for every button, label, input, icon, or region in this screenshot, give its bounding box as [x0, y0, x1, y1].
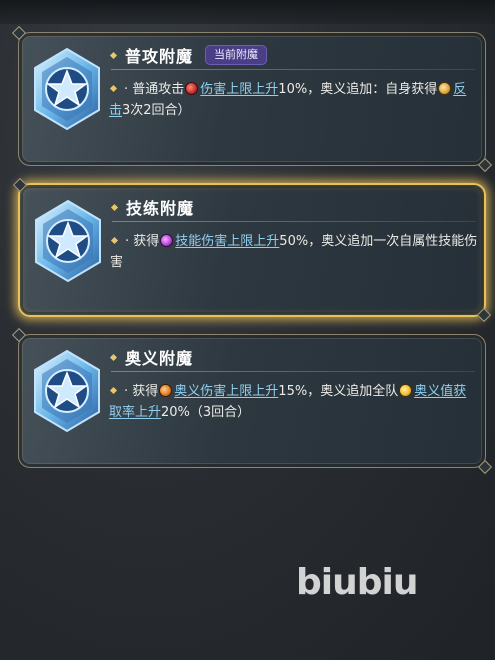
header-divider	[112, 221, 476, 222]
card-title-row: 普攻附魔 当前附魔	[109, 43, 268, 67]
desc-bullet-icon	[110, 236, 119, 245]
desc-text: 普通攻击	[132, 82, 185, 97]
card-title: 奥义附魔	[125, 349, 194, 368]
desc-text: 20%（3回合）	[161, 405, 251, 420]
card-title: 普攻附魔	[125, 47, 194, 66]
enchant-card-ultimate[interactable]: 奥义附魔 · 获得 奥义伤害上限上升15%，奥义追加全队 奥义值获取率上升20%（3…	[18, 334, 486, 468]
watermark-logo: biubiu	[296, 562, 418, 603]
edge-glyph	[0, 50, 10, 86]
top-strip	[0, 0, 495, 24]
current-enchant-badge: 当前附魔	[205, 45, 268, 65]
card-description: · 普通攻击 伤害上限上升10%，奥义追加：自身获得 反击3次2回合）	[109, 82, 467, 118]
desc-bullet-icon	[109, 386, 118, 395]
header-divider	[111, 371, 475, 372]
keyword-link-skill-damage-cap[interactable]: 技能伤害上限上升	[175, 234, 279, 249]
skill-damage-icon	[160, 234, 174, 247]
card-title: 技练附魔	[126, 199, 195, 218]
keyword-link-damage-cap[interactable]: 伤害上限上升	[200, 82, 278, 97]
enchant-card-skill[interactable]: 技练附魔 · 获得 技能伤害上限上升50%，奥义追加一次自属性技能伤害	[18, 183, 486, 317]
desc-bullet-icon	[109, 84, 118, 93]
damage-cap-icon	[185, 82, 199, 95]
star-crystal-icon	[34, 47, 100, 131]
keyword-link-ultimate-damage-cap[interactable]: 奥义伤害上限上升	[174, 384, 278, 399]
title-bullet-icon	[109, 51, 118, 59]
ultimate-damage-icon	[159, 384, 173, 397]
ultimate-gain-icon	[399, 384, 413, 397]
desc-text: 10%，奥义追加：自身获得	[278, 82, 438, 97]
desc-text: 15%，奥义追加全队	[278, 384, 399, 399]
title-bullet-icon	[110, 203, 119, 211]
card-description: · 获得 奥义伤害上限上升15%，奥义追加全队 奥义值获取率上升20%（3回合）	[109, 384, 467, 420]
card-title-row: 技练附魔	[110, 195, 194, 219]
desc-text: 获得	[132, 384, 159, 399]
star-crystal-icon	[34, 349, 100, 433]
header-divider	[111, 69, 475, 70]
title-bullet-icon	[109, 353, 118, 361]
enchant-card-normal-attack[interactable]: 普攻附魔 当前附魔 · 普通攻击 伤害上限上升10%，奥义追加：自身获得 反击3次2…	[18, 32, 486, 166]
star-crystal-icon	[35, 199, 101, 283]
card-title-row: 奥义附魔	[109, 345, 193, 369]
card-description: · 获得 技能伤害上限上升50%，奥义追加一次自属性技能伤害	[110, 234, 478, 270]
desc-text: 3次2回合）	[122, 103, 191, 118]
counter-icon	[438, 82, 452, 95]
desc-text: 获得	[133, 234, 160, 249]
